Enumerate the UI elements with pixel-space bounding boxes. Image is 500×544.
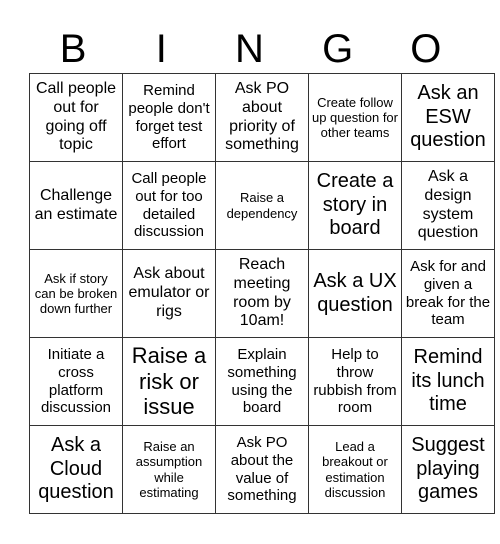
bingo-cell[interactable]: Explain something using the board <box>215 337 309 426</box>
bingo-cell[interactable]: Reach meeting room by 10am! <box>215 249 309 338</box>
bingo-cell[interactable]: Call people out for going off topic <box>29 73 123 162</box>
bingo-cell[interactable]: Ask for and given a break for the team <box>401 249 495 338</box>
bingo-cell[interactable]: Ask PO about the value of something <box>215 425 309 514</box>
bingo-cell[interactable]: Ask about emulator or rigs <box>122 249 216 338</box>
bingo-header: B I N G O <box>29 24 470 74</box>
bingo-cell[interactable]: Ask a design system question <box>401 161 495 250</box>
header-letter-b: B <box>59 27 87 71</box>
bingo-cell[interactable]: Help to throw rubbish from room <box>308 337 402 426</box>
bingo-card: Call people out for going off topic Remi… <box>29 73 495 514</box>
bingo-row: Initiate a cross platform discussion Rai… <box>29 337 495 426</box>
header-letter-n: N <box>235 27 264 71</box>
bingo-cell[interactable]: Raise a dependency <box>215 161 309 250</box>
bingo-cell[interactable]: Challenge an estimate <box>29 161 123 250</box>
bingo-cell[interactable]: Create a story in board <box>308 161 402 250</box>
bingo-cell[interactable]: Ask a UX question <box>308 249 402 338</box>
bingo-cell[interactable]: Ask a Cloud question <box>29 425 123 514</box>
bingo-cell[interactable]: Ask PO about priority of something <box>215 73 309 162</box>
bingo-cell[interactable]: Suggest playing games <box>401 425 495 514</box>
bingo-row: Challenge an estimate Call people out fo… <box>29 161 495 250</box>
bingo-row: Call people out for going off topic Remi… <box>29 73 495 162</box>
header-letter-o: O <box>410 27 442 71</box>
bingo-cell[interactable]: Initiate a cross platform discussion <box>29 337 123 426</box>
bingo-cell[interactable]: Ask if story can be broken down further <box>29 249 123 338</box>
bingo-cell[interactable]: Create follow up question for other team… <box>308 73 402 162</box>
bingo-cell[interactable]: Call people out for too detailed discuss… <box>122 161 216 250</box>
bingo-row: Ask a Cloud question Raise an assumption… <box>29 425 495 514</box>
header-letter-g: G <box>322 27 354 71</box>
bingo-cell[interactable]: Ask an ESW question <box>401 73 495 162</box>
bingo-row: Ask if story can be broken down further … <box>29 249 495 338</box>
bingo-cell[interactable]: Raise a risk or issue <box>122 337 216 426</box>
bingo-cell[interactable]: Raise an assumption while estimating <box>122 425 216 514</box>
bingo-cell[interactable]: Lead a breakout or estimation discussion <box>308 425 402 514</box>
header-letter-i: I <box>155 27 167 71</box>
bingo-cell[interactable]: Remind people don't forget test effort <box>122 73 216 162</box>
bingo-cell[interactable]: Remind its lunch time <box>401 337 495 426</box>
